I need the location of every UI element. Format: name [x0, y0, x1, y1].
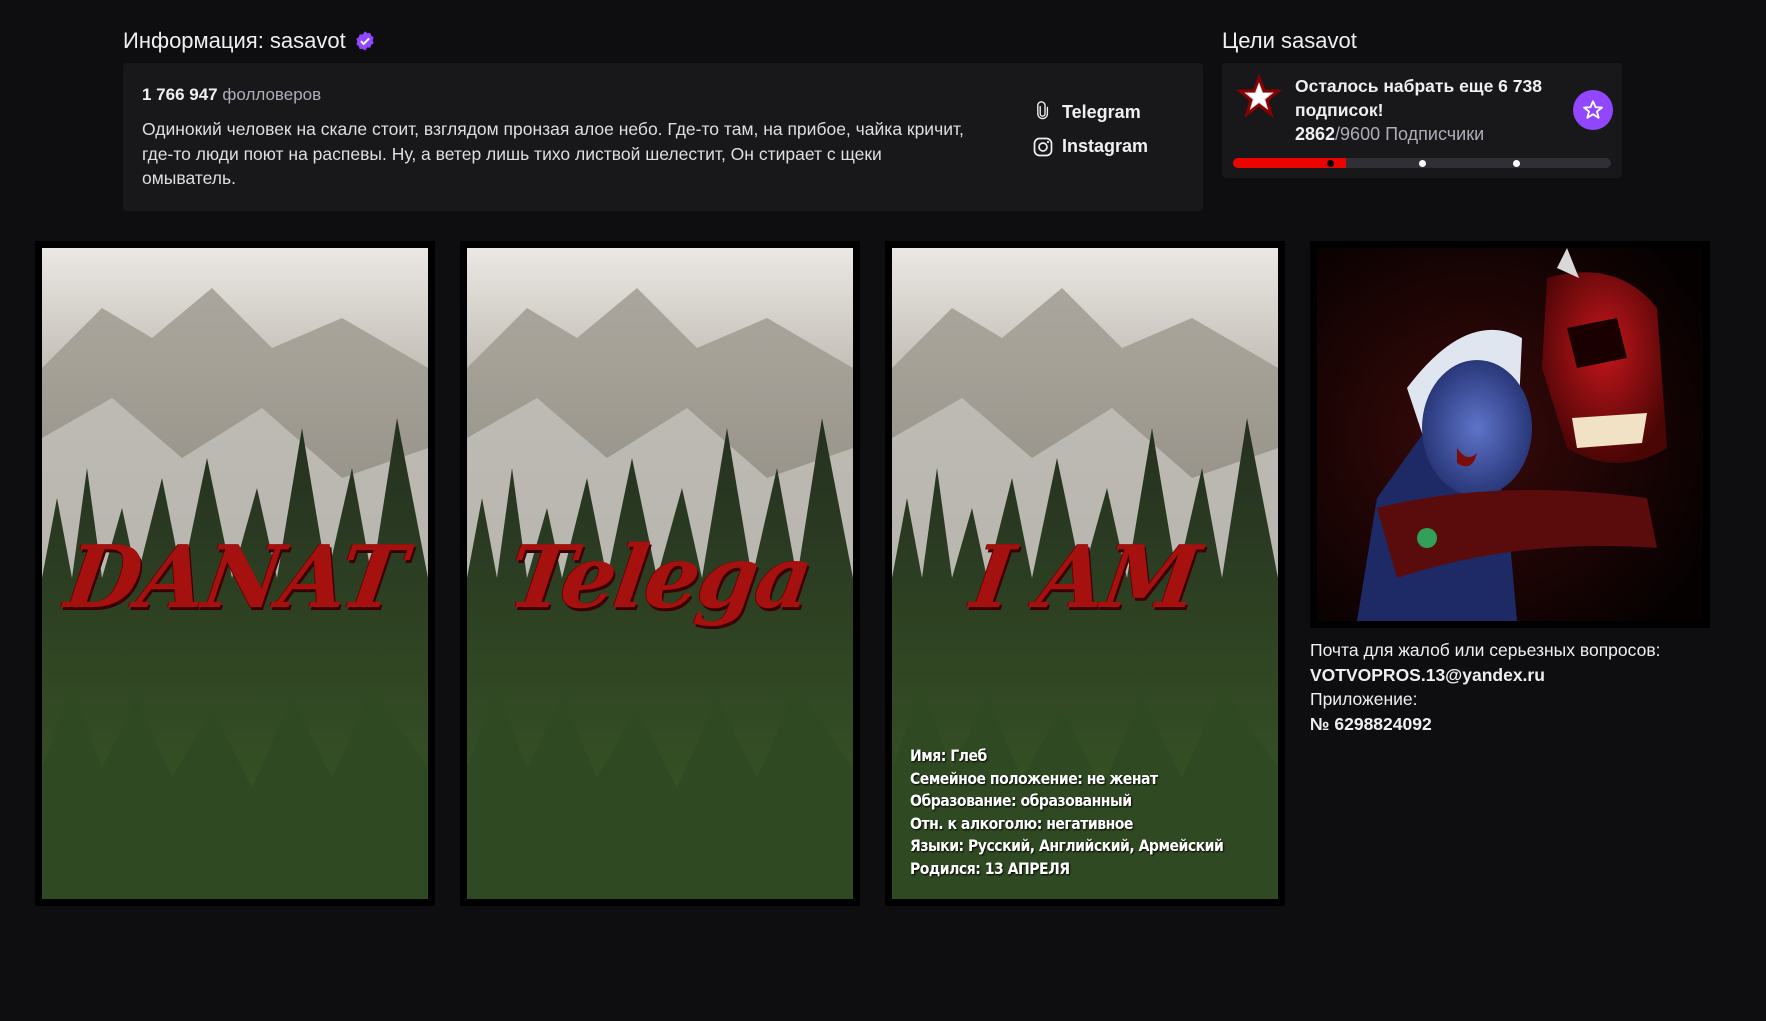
goals-section-title: Цели sasavot [1222, 28, 1357, 53]
social-link-telegram[interactable]: Telegram [1033, 101, 1141, 123]
goal-milestone-marker [1419, 160, 1426, 167]
social-link-instagram[interactable]: Instagram [1033, 136, 1148, 157]
goal-unit: Подписчики [1385, 124, 1485, 144]
bio-line: Имя: Глеб [910, 746, 987, 765]
goal-milestone-marker [1513, 160, 1520, 167]
character-art-image [1317, 248, 1703, 621]
followers-number: 1 766 947 [142, 85, 218, 104]
bio-text: Имя: Глеб Семейное положение: не женат О… [910, 745, 1224, 880]
bio-line: Языки: Русский, Английский, Армейский [910, 836, 1224, 855]
panel-title: DANAT [59, 527, 411, 628]
bio-line: Семейное положение: не женат [910, 768, 1158, 788]
bio-line: Отн. к алкоголю: негативное [910, 813, 1133, 833]
panel-art[interactable] [1310, 241, 1710, 628]
bio-line: Образование: образованный [910, 791, 1132, 810]
about-title-text: Информация: sasavot [123, 28, 346, 53]
social-link-label: Instagram [1062, 136, 1149, 156]
panel-donate[interactable]: DANAT [35, 241, 435, 906]
telegram-icon [1037, 101, 1049, 120]
social-link-label: Telegram [1062, 101, 1141, 122]
contact-info: Почта для жалоб или серьезных вопросов: … [1310, 638, 1660, 736]
verified-badge-icon [356, 31, 374, 51]
contact-email[interactable]: VOTVOPROS.13@yandex.ru [1310, 665, 1545, 685]
app-label: Приложение: [1310, 689, 1418, 709]
about-section-title: Информация: sasavot [123, 28, 376, 54]
panel-title: I AM [965, 527, 1205, 628]
panel-title: Telega [502, 527, 818, 628]
goal-avatar-icon [1233, 72, 1285, 124]
contact-label: Почта для жалоб или серьезных вопросов: [1310, 640, 1661, 660]
panel-telegram[interactable]: Telega [460, 241, 860, 906]
goal-text: Осталось набрать еще 6 738 подписок! [1295, 76, 1542, 120]
bio-line: Родился: 13 АПРЕЛЯ [910, 858, 1070, 878]
app-number: № 6298824092 [1310, 713, 1432, 734]
star-icon [1583, 100, 1603, 119]
goal-star-button[interactable] [1573, 90, 1613, 130]
about-card: 1 766 947 фолловеров Одинокий человек на… [123, 63, 1203, 211]
goal-progress-count: 2862/9600 Подписчики [1295, 124, 1484, 145]
goal-current: 2862 [1295, 124, 1336, 144]
goal-target: /9600 [1335, 124, 1381, 144]
panel-about-me[interactable]: I AM Имя: Глеб Семейное положение: не же… [885, 241, 1285, 906]
goal-card: Осталось набрать еще 6 738 подписок! 286… [1222, 63, 1622, 178]
channel-description: Одинокий человек на скале стоит, взглядо… [142, 119, 964, 188]
followers-count: 1 766 947 фолловеров [142, 85, 321, 105]
instagram-icon [1033, 137, 1053, 156]
followers-label: фолловеров [222, 85, 322, 104]
goal-milestone-marker [1327, 160, 1334, 167]
